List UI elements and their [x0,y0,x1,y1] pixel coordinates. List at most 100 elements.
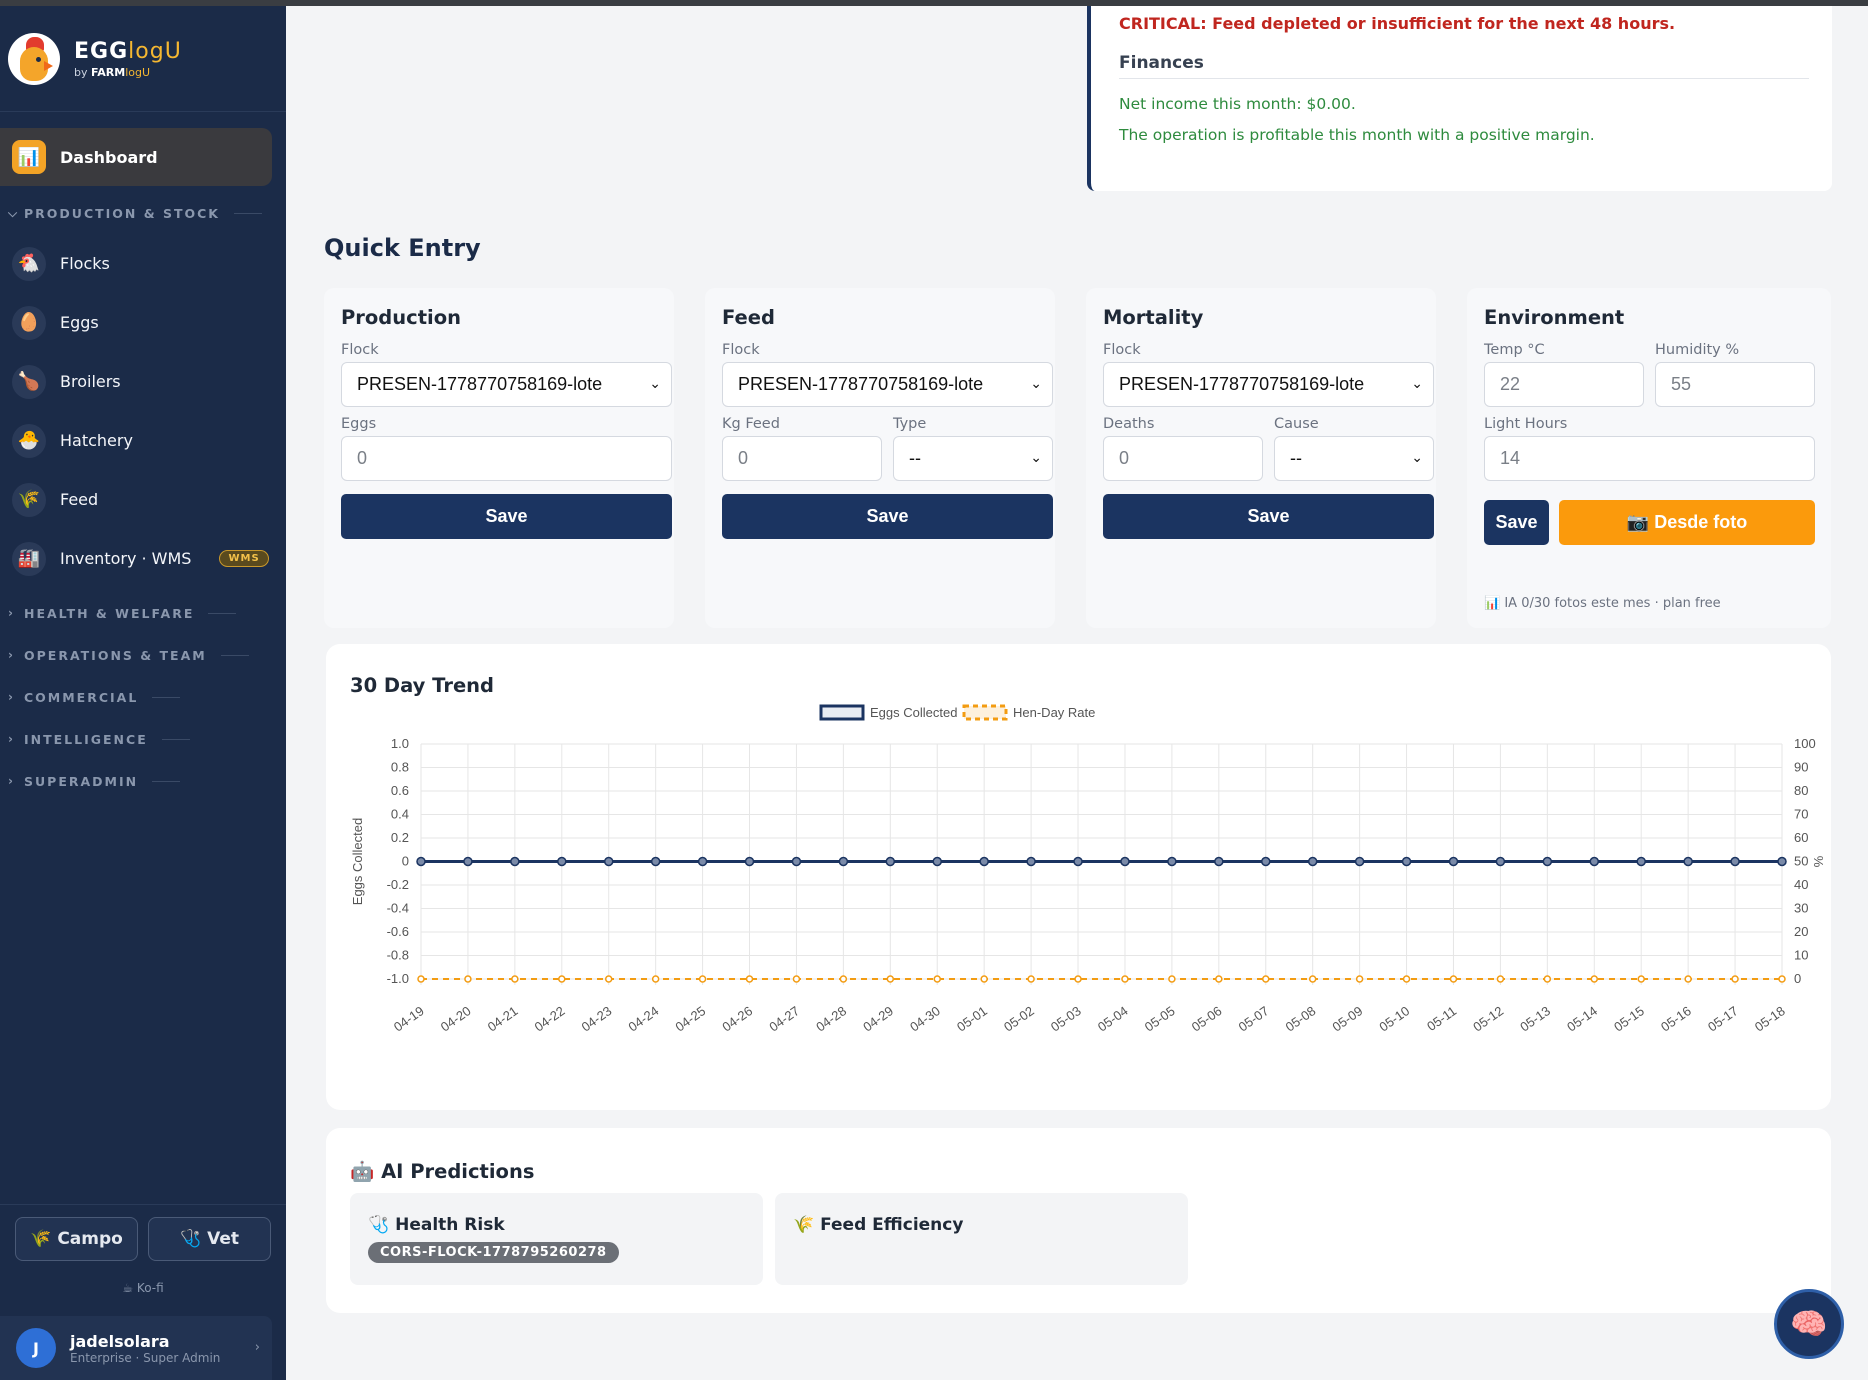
user-role: Enterprise · Super Admin [70,1350,221,1365]
eggs-label: Eggs [341,416,377,432]
environment-title: Environment [1484,306,1625,329]
health-risk-card[interactable]: 🩺 Health Risk CORS-FLOCK-1778795260278 [350,1193,763,1285]
hen-day-rate-point [1590,975,1599,983]
user-menu[interactable]: J jadelsolara Enterprise · Super Admin › [0,1316,272,1380]
kofi-link[interactable]: ☕ Ko-fi [0,1281,286,1295]
y2-tick-label: 40 [1794,877,1808,892]
legend-eggs-collected-label: Eggs Collected [870,705,957,720]
section-production-stock[interactable]: ⌵ PRODUCTION & STOCK [0,192,286,234]
eggs-collected-point [885,856,896,867]
sidebar-item-feed[interactable]: 🌾 Feed [0,470,286,529]
eggs-collected-point [1636,856,1646,867]
x-tick-label: 04-29 [860,1003,896,1034]
light-hours-input[interactable]: 14 [1484,436,1815,481]
y-tick-label: -1.0 [387,971,409,986]
ai-assistant-button[interactable]: 🧠 [1774,1289,1844,1359]
section-intelligence[interactable]: › INTELLIGENCE [0,718,286,760]
critical-alert: CRITICAL: Feed depleted or insufficient … [1119,14,1676,33]
environment-save-button[interactable]: Save [1484,500,1549,545]
chevron-down-icon: ⌄ [1411,375,1423,391]
health-risk-title: 🩺 Health Risk [368,1215,505,1235]
chevron-down-icon: ⌄ [1030,449,1042,465]
photo-button[interactable]: 📷 Desde foto [1559,500,1815,545]
hen-day-rate-point [1074,975,1082,983]
x-tick-label: 04-27 [766,1003,802,1034]
eggs-collected-point [510,856,520,867]
eggs-collected-point [1542,856,1553,867]
feed-save-button[interactable]: Save [722,494,1053,539]
section-health-welfare[interactable]: › HEALTH & WELFARE [0,592,286,634]
eggs-collected-point [838,856,849,867]
brand[interactable]: EGGlogU by FARMlogU [0,6,286,112]
hen-day-rate-point [933,975,941,983]
production-save-button[interactable]: Save [341,494,672,539]
mortality-card: Mortality Flock PRESEN-1778770758169-lot… [1086,288,1436,628]
hen-day-rate-point [1543,975,1552,983]
production-flock-select[interactable]: PRESEN-1778770758169-lote ⌄ [341,362,672,407]
eggs-collected-point [1495,856,1506,867]
x-tick-label: 04-28 [813,1003,849,1034]
section-commercial[interactable]: › COMMERCIAL [0,676,286,718]
y2-tick-label: 30 [1794,901,1808,916]
stethoscope-icon: 🩺 [179,1229,202,1249]
hen-day-rate-point [698,975,707,983]
sidebar: EGGlogU by FARMlogU 📊 Dashboard ⌵ PRODUC… [0,6,286,1380]
y2-tick-label: 70 [1794,807,1808,822]
vet-button[interactable]: 🩺 Vet [148,1217,271,1261]
feed-efficiency-card[interactable]: 🌾 Feed Efficiency [775,1193,1188,1285]
feed-flock-select[interactable]: PRESEN-1778770758169-lote ⌄ [722,362,1053,407]
sidebar-item-eggs[interactable]: 🥚 Eggs [0,293,286,352]
x-tick-label: 05-10 [1376,1003,1412,1034]
x-tick-label: 05-11 [1424,1003,1459,1034]
hen-day-rate-point [886,975,895,983]
hen-day-rate-point [464,975,472,983]
robot-icon: 🤖 [350,1160,375,1183]
eggs-collected-point [697,856,708,867]
eggs-collected-point [1777,856,1787,867]
flock-label: Flock [1103,342,1141,358]
humidity-input[interactable]: 55 [1655,362,1815,407]
wms-badge: WMS [219,550,269,567]
flock-label: Flock [722,342,760,358]
wheat-icon: 🌾 [30,1229,52,1249]
cause-select[interactable]: -- ⌄ [1274,436,1434,481]
hen-day-rate-point [1496,975,1505,983]
y2-tick-label: 10 [1794,948,1808,963]
cause-label: Cause [1274,416,1319,432]
sidebar-item-hatchery[interactable]: 🐣 Hatchery [0,411,286,470]
y2-tick-label: 90 [1794,760,1808,775]
sidebar-item-dashboard[interactable]: 📊 Dashboard [0,128,272,186]
sidebar-bottom: 🌾 Campo 🩺 Vet ☕ Ko-fi J jadelsolara Enterp… [0,1204,286,1380]
eggs-input[interactable]: 0 [341,436,672,481]
y2-tick-label: 80 [1794,783,1808,798]
x-tick-label: 05-16 [1658,1003,1694,1034]
sidebar-item-inventory[interactable]: 🏭 Inventory · WMS WMS [0,529,286,588]
x-tick-label: 04-20 [438,1003,474,1034]
x-tick-label: 04-30 [907,1003,943,1034]
section-operations-team[interactable]: › OPERATIONS & TEAM [0,634,286,676]
sidebar-item-flocks[interactable]: 🐔 Flocks [0,234,286,293]
hen-day-rate-point [1449,975,1458,983]
y2-tick-label: 100 [1794,736,1816,751]
eggs-collected-point [603,856,614,867]
y2-tick-label: 50 [1794,854,1808,869]
feed-type-select[interactable]: -- ⌄ [893,436,1053,481]
finances-title: Finances [1119,53,1204,73]
temp-input[interactable]: 22 [1484,362,1644,407]
campo-button[interactable]: 🌾 Campo [15,1217,138,1261]
deaths-input[interactable]: 0 [1103,436,1263,481]
eggs-collected-point [744,856,755,867]
eggs-collected-point [1683,856,1693,867]
y-tick-label: -0.2 [387,877,409,892]
hen-logo-icon [8,32,60,85]
wheat-icon: 🌾 [12,482,46,517]
legend-hen-day-rate-swatch [962,704,1008,721]
kg-feed-input[interactable]: 0 [722,436,882,481]
x-tick-label: 05-05 [1142,1003,1178,1034]
mortality-save-button[interactable]: Save [1103,494,1434,539]
mortality-flock-select[interactable]: PRESEN-1778770758169-lote ⌄ [1103,362,1434,407]
sidebar-item-broilers[interactable]: 🍗 Broilers [0,352,286,411]
section-superadmin[interactable]: › SUPERADMIN [0,760,286,802]
hen-day-rate-point [604,975,613,983]
eggs-collected-point [1073,856,1083,867]
